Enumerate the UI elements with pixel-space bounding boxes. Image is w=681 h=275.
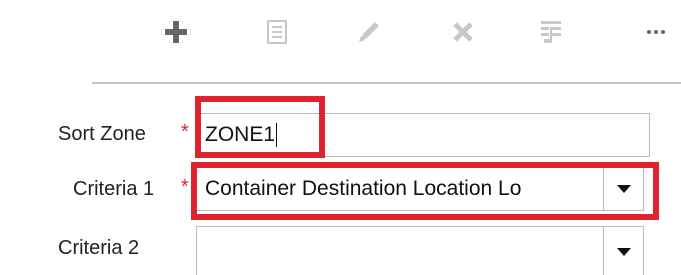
criteria2-select[interactable] [196, 226, 644, 275]
configure-button[interactable] [531, 10, 571, 54]
criteria2-dropdown-button[interactable] [603, 227, 643, 275]
criteria1-dropdown-button[interactable] [603, 168, 643, 210]
toolbar [0, 0, 681, 82]
chevron-down-icon [616, 247, 631, 256]
more-icon [647, 30, 665, 34]
sort-zone-value: ZONE1 [205, 123, 276, 146]
sort-zone-form-screen: Sort Zone * ZONE1 Criteria 1 * Container… [0, 0, 681, 275]
add-button[interactable] [156, 10, 196, 54]
criteria2-value [205, 227, 599, 275]
criteria2-label: Criteria 2 [58, 237, 140, 259]
table-grid-icon [541, 21, 561, 43]
criteria1-value: Container Destination Location Lo [205, 177, 522, 200]
chevron-down-icon [616, 185, 631, 193]
sort-zone-input[interactable]: ZONE1 [196, 113, 650, 157]
edit-button[interactable] [349, 10, 389, 54]
more-button[interactable] [636, 10, 676, 54]
delete-button[interactable] [443, 10, 483, 54]
document-icon [267, 20, 287, 44]
copy-button[interactable] [257, 10, 297, 54]
pencil-icon [359, 22, 379, 42]
sort-zone-label: Sort Zone [58, 123, 146, 145]
toolbar-divider [92, 82, 681, 84]
plus-icon [165, 21, 187, 43]
sort-zone-required-mark: * [181, 121, 189, 143]
close-icon [453, 22, 473, 42]
criteria1-select[interactable]: Container Destination Location Lo [196, 167, 644, 211]
criteria1-label: Criteria 1 [73, 178, 155, 200]
criteria1-required-mark: * [181, 176, 189, 198]
text-cursor [276, 123, 278, 147]
